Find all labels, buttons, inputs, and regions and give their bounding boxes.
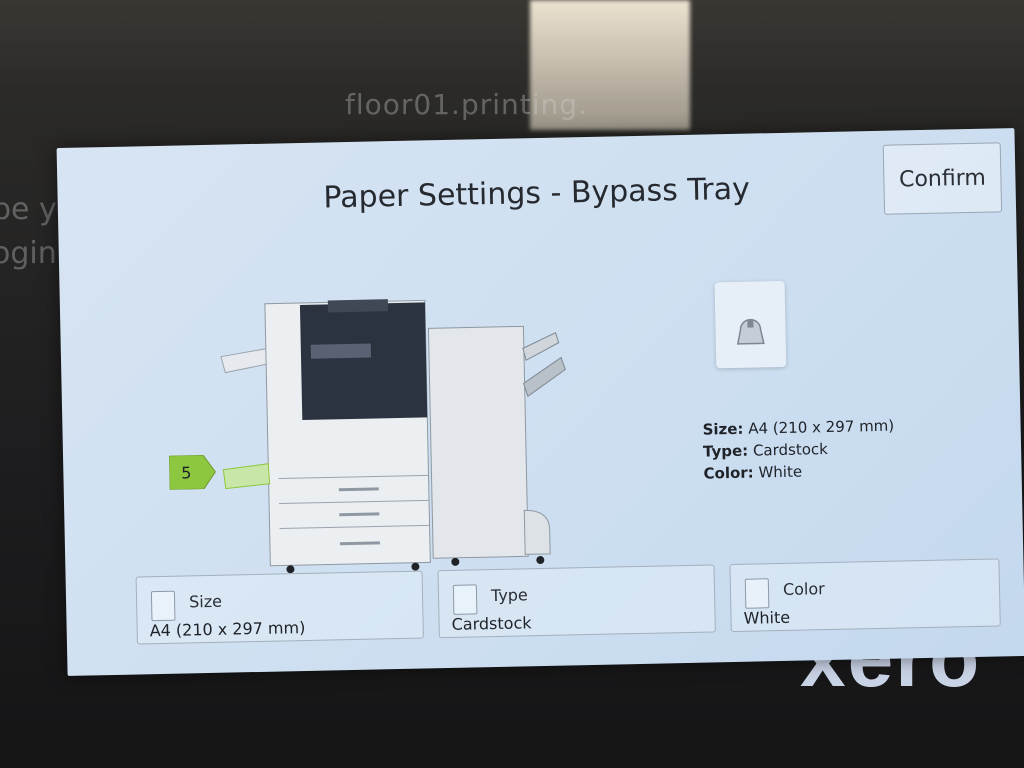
size-checkbox-icon [150,590,176,622]
tray-info: Size: A4 (210 x 297 mm) Type: Cardstock … [702,416,895,483]
info-type-value: Cardstock [752,440,829,460]
tray-number-text: 5 [181,463,192,482]
printer-illustration [220,299,566,574]
dialog-title: Paper Settings - Bypass Tray [323,171,751,216]
type-value: Cardstock [451,613,532,634]
type-setting-button[interactable]: Type Cardstock [437,564,716,639]
background-side-text: pe y ogin [0,192,57,271]
color-label: Color [782,579,825,599]
info-color-value: White [758,462,803,482]
background-url-text: floor01.printing. [345,88,588,121]
size-setting-button[interactable]: Size A4 (210 x 297 mm) [135,570,424,645]
size-label: Size [188,591,223,612]
color-setting-button[interactable]: Color White [729,558,1001,633]
type-checkbox-icon [452,584,478,615]
color-value: White [743,607,791,628]
type-label: Type [490,585,528,606]
size-value: A4 (210 x 297 mm) [149,617,306,641]
paper-tray-icon [714,280,787,369]
info-size-value: A4 (210 x 297 mm) [748,416,895,438]
confirm-button[interactable]: Confirm [882,142,1003,215]
device-bezel: floor01.printing. pe y ogin xero Paper S… [0,0,1024,768]
color-checkbox-icon [744,578,770,609]
tray-number-badge: 5 [169,454,217,490]
paper-settings-dialog: Paper Settings - Bypass Tray Confirm 5 S… [56,128,1024,676]
